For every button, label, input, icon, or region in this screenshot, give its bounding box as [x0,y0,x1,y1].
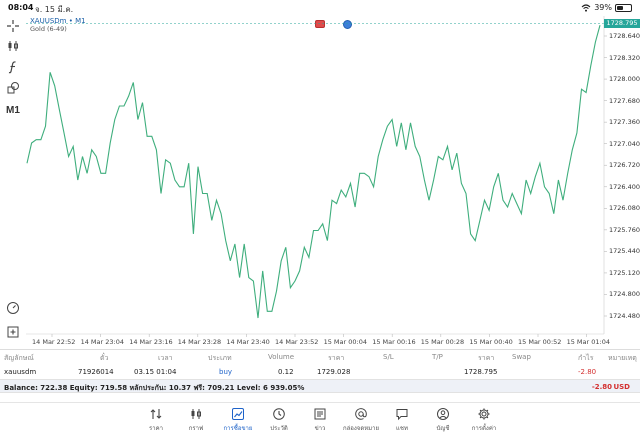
y-tick-label: 1727.680 [609,96,640,105]
trade-panel: สัญลักษณ์ ตั๋ว เวลา ประเภท Volume ราคา S… [0,349,640,402]
header-tp[interactable]: T/P [432,353,443,361]
x-tick-label: 14 Mar 23:40 [226,338,270,346]
nav-history[interactable]: ประวัติ [259,407,299,433]
status-bar: 08:04 จ. 15 มี.ค. 39% [0,0,640,16]
nav-news[interactable]: ข่าว [300,407,340,433]
nav-quotes[interactable]: ราคา [136,407,176,433]
x-tick-label: 14 Mar 23:28 [177,338,222,346]
nav-mailbox-label: กล่องจดหมาย [342,425,380,432]
y-tick-label: 1726.080 [609,204,640,213]
current-price-label: 1728.795 [604,19,640,28]
balance-bar: Balance: 722.38 Equity: 719.58 หลักประกั… [0,379,640,393]
x-tick-label: 14 Mar 23:16 [129,338,173,346]
nav-trade-label: การซื้อขาย [223,425,253,432]
nav-settings[interactable]: การตั้งค่า [464,407,504,433]
y-tick-label: 1727.040 [609,139,640,148]
nav-account[interactable]: บัญชี [423,407,463,433]
nav-chat-label: แชท [396,425,408,432]
nav-mailbox[interactable]: กล่องจดหมาย [341,407,381,433]
y-tick-label: 1728.640 [609,32,640,40]
status-time: 08:04 [8,3,34,12]
wifi-icon [581,3,591,12]
bottom-navigation: ราคา กราฟ การซื้อขาย ประวัติ ข่าว กล่องจ… [0,402,640,447]
battery-fill [617,5,623,10]
header-current-price[interactable]: ราคา [478,353,494,364]
y-tick-label: 1724.800 [609,290,640,299]
x-tick-label: 15 Mar 01:04 [566,338,610,346]
header-ticket[interactable]: ตั๋ว [100,353,108,364]
total-profit: -2.80 [591,383,612,391]
battery-percent: 39% [594,3,612,12]
position-row[interactable]: xauusdm 71926014 03.15 01:04 buy 0.12 17… [0,364,640,378]
status-right: 39% [581,3,632,12]
y-tick-label: 1727.360 [609,118,640,127]
nav-trade[interactable]: การซื้อขาย [218,406,258,433]
nav-quotes-label: ราคา [149,425,163,432]
time-axis: 14 Mar 22:52 14 Mar 23:04 14 Mar 23:16 14 M… [26,336,610,348]
balance-summary: Balance: 722.38 Equity: 719.58 หลักประกั… [4,384,305,392]
nav-news-label: ข่าว [314,425,326,432]
x-tick-label: 15 Mar 00:40 [469,338,513,346]
header-volume[interactable]: Volume [268,353,294,361]
nav-settings-label: การตั้งค่า [471,425,497,432]
status-date: จ. 15 มี.ค. [35,5,74,14]
chart-area[interactable]: M1 XAUUSDm • M1 Gold (6-49) 1728.640 1728… [0,16,640,348]
y-tick-label: 1725.120 [609,268,640,277]
up-down-arrows-icon [150,409,162,419]
cell-current-price: 1728.795 [464,368,498,376]
y-tick-label: 1726.720 [609,161,640,170]
header-comment[interactable]: หมายเหตุ [608,353,637,364]
cell-profit: -2.80 [578,368,597,376]
x-tick-label: 15 Mar 00:04 [323,338,367,346]
header-profit[interactable]: กำไร [578,353,593,364]
price-axis: 1728.640 1728.320 1728.000 1727.680 1727.360… [604,16,640,334]
x-tick-label: 15 Mar 00:16 [372,338,416,346]
cell-price: 1729.028 [317,368,351,376]
header-time[interactable]: เวลา [158,353,173,364]
y-tick-label: 1728.320 [609,53,640,62]
x-tick-label: 14 Mar 23:52 [275,338,319,346]
price-chart[interactable] [0,16,640,348]
header-type[interactable]: ประเภท [208,353,232,364]
y-tick-label: 1725.760 [609,225,640,234]
at-sign-icon [355,408,367,420]
user-icon [437,408,449,420]
battery-icon [615,3,632,12]
nav-history-label: ประวัติ [270,425,288,432]
y-tick-label: 1726.400 [609,182,640,191]
nav-chart-label: กราฟ [188,425,204,432]
x-tick-label: 14 Mar 23:04 [80,338,124,346]
header-price[interactable]: ราคา [328,353,344,364]
y-tick-label: 1724.480 [609,312,640,320]
x-tick-label: 14 Mar 22:52 [32,338,76,346]
candlestick-icon [191,409,201,419]
gear-icon [478,408,490,420]
chat-bubble-icon [396,409,408,421]
cell-type: buy [219,368,233,376]
cell-ticket: 71926014 [78,368,114,376]
series-line [26,25,601,319]
cell-time: 03.15 01:04 [134,368,177,376]
trend-chart-icon [232,408,244,420]
x-tick-label: 15 Mar 00:28 [420,338,465,346]
cell-symbol: xauusdm [4,368,37,376]
account-currency: USD [613,383,630,391]
header-symbol[interactable]: สัญลักษณ์ [4,353,34,364]
news-icon [314,408,326,420]
history-clock-icon [273,408,285,420]
nav-chart[interactable]: กราฟ [176,407,216,433]
nav-account-label: บัญชี [436,425,450,432]
header-sl[interactable]: S/L [383,353,394,361]
nav-chat[interactable]: แชท [382,407,422,433]
y-tick-label: 1728.000 [609,75,640,84]
y-tick-label: 1725.440 [609,247,640,256]
header-swap[interactable]: Swap [512,353,531,361]
x-tick-label: 15 Mar 00:52 [518,338,562,346]
cell-volume: 0.12 [278,368,294,376]
